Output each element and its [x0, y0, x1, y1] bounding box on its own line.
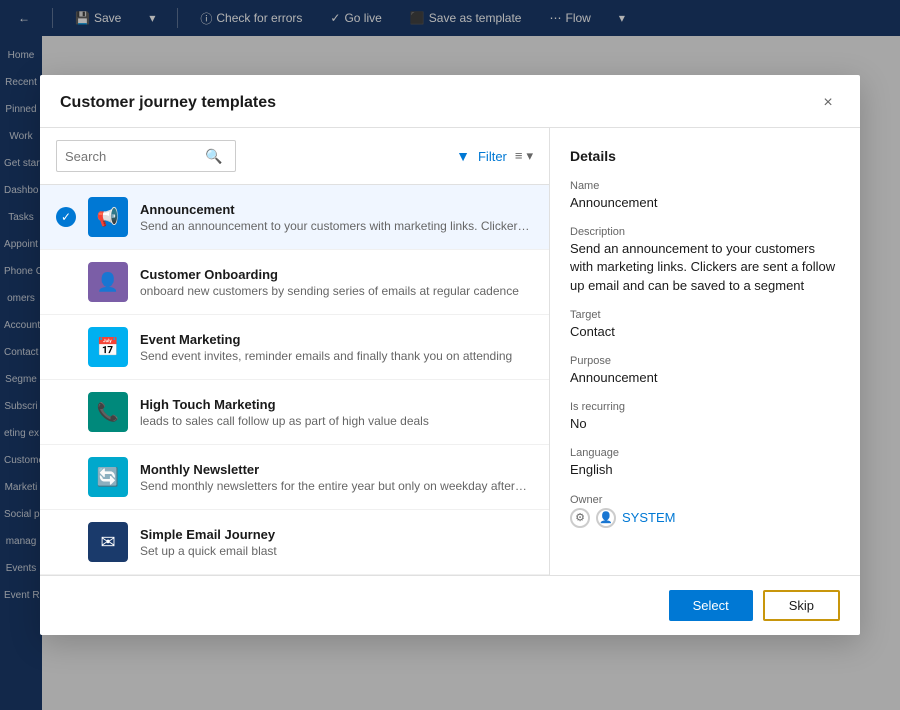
template-icon-monthly-newsletter: 🔄	[88, 457, 128, 497]
detail-target-group: Target Contact	[570, 309, 840, 341]
filter-controls: ≡ ▾	[515, 148, 533, 164]
template-name-simple-email: Simple Email Journey	[140, 527, 533, 542]
template-name-customer-onboarding: Customer Onboarding	[140, 267, 533, 282]
modal-header: Customer journey templates ×	[40, 75, 860, 128]
person-icon: 👤	[599, 511, 613, 524]
skip-button[interactable]: Skip	[763, 590, 840, 621]
search-input-wrap[interactable]: 🔍	[56, 140, 236, 172]
template-icon-simple-email: ✉	[88, 522, 128, 562]
template-desc-simple-email: Set up a quick email blast	[140, 544, 533, 558]
template-name-event-marketing: Event Marketing	[140, 332, 533, 347]
template-item-monthly-newsletter[interactable]: 🔄 Monthly Newsletter Send monthly newsle…	[40, 445, 549, 510]
modal-overlay: Customer journey templates × 🔍 ▼ Filter …	[0, 0, 900, 710]
details-section-title: Details	[570, 148, 840, 164]
details-panel: Details Name Announcement Description Se…	[550, 128, 860, 575]
template-icon-customer-onboarding: 👤	[88, 262, 128, 302]
detail-recurring-group: Is recurring No	[570, 401, 840, 433]
detail-purpose-group: Purpose Announcement	[570, 355, 840, 387]
modal-footer: Select Skip	[40, 575, 860, 635]
owner-person-icon: 👤	[596, 508, 616, 528]
template-name-monthly-newsletter: Monthly Newsletter	[140, 462, 533, 477]
template-list: ✓ 📢 Announcement Send an announcement to…	[40, 185, 549, 575]
search-bar: 🔍 ▼ Filter ≡ ▾	[40, 128, 549, 185]
search-icon: 🔍	[205, 148, 222, 165]
modal-body: 🔍 ▼ Filter ≡ ▾ ✓ 📢	[40, 128, 860, 575]
select-button[interactable]: Select	[669, 590, 753, 621]
template-check-announcement: ✓	[56, 207, 76, 227]
detail-language-group: Language English	[570, 447, 840, 479]
template-icon-event-marketing: 📅	[88, 327, 128, 367]
template-item-high-touch-marketing[interactable]: 📞 High Touch Marketing leads to sales ca…	[40, 380, 549, 445]
template-info-customer-onboarding: Customer Onboarding onboard new customer…	[140, 267, 533, 298]
template-info-simple-email: Simple Email Journey Set up a quick emai…	[140, 527, 533, 558]
detail-language-label: Language	[570, 447, 840, 459]
modal-close-button[interactable]: ×	[816, 91, 840, 115]
template-desc-customer-onboarding: onboard new customers by sending series …	[140, 284, 533, 298]
template-info-monthly-newsletter: Monthly Newsletter Send monthly newslett…	[140, 462, 533, 493]
detail-description-label: Description	[570, 226, 840, 238]
filter-icon: ▼	[456, 148, 470, 164]
detail-target-label: Target	[570, 309, 840, 321]
owner-name[interactable]: SYSTEM	[622, 510, 675, 525]
detail-language-value: English	[570, 461, 840, 479]
template-item-event-marketing[interactable]: 📅 Event Marketing Send event invites, re…	[40, 315, 549, 380]
detail-name-value: Announcement	[570, 194, 840, 212]
collapse-icon[interactable]: ▾	[526, 148, 533, 164]
template-icon-high-touch-marketing: 📞	[88, 392, 128, 432]
detail-name-label: Name	[570, 180, 840, 192]
owner-row: ⚙ 👤 SYSTEM	[570, 508, 840, 528]
detail-name-group: Name Announcement	[570, 180, 840, 212]
template-info-event-marketing: Event Marketing Send event invites, remi…	[140, 332, 533, 363]
filter-area[interactable]: ▼ Filter ≡ ▾	[456, 148, 533, 164]
template-info-high-touch-marketing: High Touch Marketing leads to sales call…	[140, 397, 533, 428]
detail-purpose-label: Purpose	[570, 355, 840, 367]
detail-description-value: Send an announcement to your customers w…	[570, 240, 840, 295]
template-item-announcement[interactable]: ✓ 📢 Announcement Send an announcement to…	[40, 185, 549, 250]
template-name-announcement: Announcement	[140, 202, 533, 217]
template-item-customer-onboarding[interactable]: 👤 Customer Onboarding onboard new custom…	[40, 250, 549, 315]
template-desc-announcement: Send an announcement to your customers w…	[140, 219, 533, 233]
template-desc-monthly-newsletter: Send monthly newsletters for the entire …	[140, 479, 533, 493]
template-name-high-touch-marketing: High Touch Marketing	[140, 397, 533, 412]
search-input[interactable]	[65, 149, 205, 164]
modal-title: Customer journey templates	[60, 94, 276, 112]
template-modal: Customer journey templates × 🔍 ▼ Filter …	[40, 75, 860, 635]
detail-description-group: Description Send an announcement to your…	[570, 226, 840, 295]
detail-target-value: Contact	[570, 323, 840, 341]
settings-icon: ⚙	[575, 511, 585, 524]
detail-owner-group: Owner ⚙ 👤 SYSTEM	[570, 494, 840, 528]
template-item-simple-email[interactable]: ✉ Simple Email Journey Set up a quick em…	[40, 510, 549, 575]
template-info-announcement: Announcement Send an announcement to you…	[140, 202, 533, 233]
detail-purpose-value: Announcement	[570, 369, 840, 387]
detail-owner-label: Owner	[570, 494, 840, 506]
list-view-icon[interactable]: ≡	[515, 148, 523, 164]
detail-recurring-label: Is recurring	[570, 401, 840, 413]
detail-recurring-value: No	[570, 415, 840, 433]
filter-label: Filter	[478, 149, 507, 164]
template-icon-announcement: 📢	[88, 197, 128, 237]
template-desc-high-touch-marketing: leads to sales call follow up as part of…	[140, 414, 533, 428]
template-list-panel: 🔍 ▼ Filter ≡ ▾ ✓ 📢	[40, 128, 550, 575]
template-desc-event-marketing: Send event invites, reminder emails and …	[140, 349, 533, 363]
owner-avatar-icon: ⚙	[570, 508, 590, 528]
